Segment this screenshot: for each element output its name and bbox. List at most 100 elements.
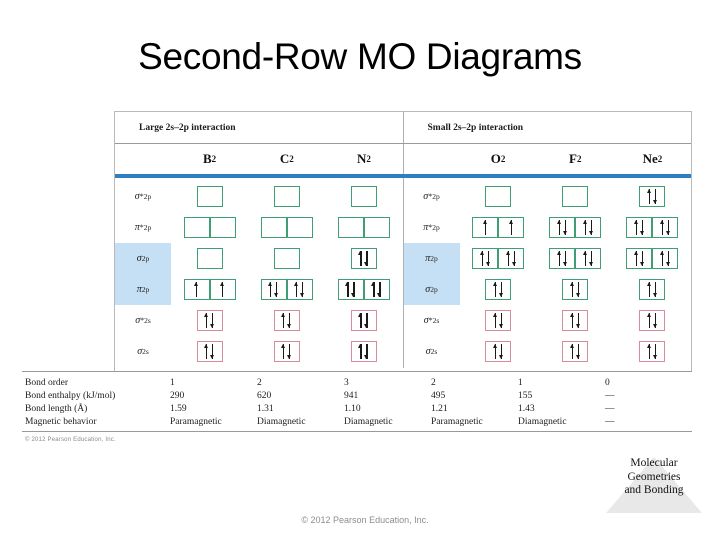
orbital-row	[485, 305, 512, 336]
diagram-right-half: σ * 2p π * 2p π 2p σ 2p σ * 2s σ 2s	[402, 178, 692, 368]
orbital-box-group	[350, 341, 377, 362]
molecule-subscript: 2	[289, 154, 294, 164]
orbital-row	[183, 212, 236, 243]
orbital-box	[652, 248, 679, 269]
orbital-box-group	[549, 248, 602, 269]
electron-arrows	[569, 280, 581, 299]
electron-arrows	[294, 280, 305, 299]
electron-arrow-up-icon	[492, 344, 498, 359]
orbital-box-group	[562, 186, 589, 207]
orbital-box	[273, 341, 300, 362]
table-cell-F2: 1.43	[518, 403, 535, 414]
table-cell-N2: 3	[344, 377, 349, 388]
orbital-box-group	[626, 217, 679, 238]
orbital-row	[337, 274, 390, 305]
orbital-row	[485, 181, 512, 212]
electron-arrow-up-icon	[492, 313, 498, 328]
electron-arrows	[646, 187, 658, 206]
orbital-box	[485, 279, 512, 300]
orbital-row	[350, 305, 377, 336]
electron-arrows	[492, 342, 504, 361]
electron-arrow-down-icon	[364, 344, 369, 359]
electron-arrows	[582, 249, 594, 268]
mo-diagram-figure: Large 2s–2p interaction Small 2s–2p inte…	[114, 111, 692, 371]
electron-arrows	[204, 342, 215, 361]
orbital-box-group	[196, 341, 223, 362]
electron-arrow-up-icon	[646, 344, 652, 359]
orbital-label-right-0: σ * 2p	[423, 191, 440, 202]
molecule-header-o2: O2	[460, 144, 537, 174]
molecule-header-f2: F2	[537, 144, 614, 174]
orbital-box	[639, 310, 666, 331]
orbital-row	[485, 274, 512, 305]
electron-arrow-down-icon	[588, 251, 594, 266]
orbital-row	[562, 336, 589, 367]
molecule-subscript: 2	[500, 154, 506, 164]
electron-arrow-up-icon	[345, 282, 350, 297]
orbital-box-group	[639, 279, 666, 300]
orbital-row	[350, 243, 377, 274]
electron-arrow-up-icon	[556, 251, 562, 266]
group-header-small-label: Small 2s–2p interaction	[427, 122, 524, 133]
orbital-box	[209, 217, 236, 238]
molecule-symbol: N	[356, 151, 367, 166]
electron-arrows	[358, 342, 369, 361]
electron-arrows	[268, 280, 279, 299]
electron-arrow-down-icon	[274, 282, 279, 297]
table-cell-C2: 1.31	[257, 403, 274, 414]
molecule-header-right-half: O2 F2 Ne 2	[402, 144, 692, 174]
orbital-label-right-2: π 2p	[403, 243, 460, 274]
orbital-column-ne2	[614, 178, 691, 368]
orbital-box-group	[273, 186, 300, 207]
electron-arrow-down-icon	[498, 344, 504, 359]
orbital-box	[337, 279, 364, 300]
electron-arrow-up-icon	[582, 220, 588, 235]
orbital-box	[485, 186, 512, 207]
orbital-box	[639, 186, 666, 207]
orbital-row	[273, 181, 300, 212]
orbital-column-o2	[460, 178, 537, 368]
orbital-box	[196, 186, 223, 207]
page-title: Second-Row MO Diagrams	[138, 36, 582, 77]
orbital-row	[549, 212, 602, 243]
electron-arrows	[220, 280, 225, 299]
orbital-label-right-5: σ 2s	[425, 346, 438, 357]
orbital-box-group	[183, 217, 236, 238]
electron-arrow-down-icon	[377, 282, 382, 297]
electron-arrow-up-icon	[659, 251, 665, 266]
electron-arrow-down-icon	[652, 313, 658, 328]
orbital-box	[626, 217, 653, 238]
electron-arrow-up-icon	[508, 220, 514, 235]
orbital-box	[363, 279, 390, 300]
label-gutter-right	[404, 144, 460, 174]
table-row-label: Bond order	[25, 377, 69, 388]
molecule-symbol: Ne	[642, 151, 658, 166]
table-row: Bond length (Å) 1.59 1.31 1.10 1.21 1.43 —	[22, 402, 692, 415]
electron-arrow-down-icon	[210, 313, 215, 328]
table-cell-F2: 1	[518, 377, 523, 388]
electron-arrow-up-icon	[582, 251, 588, 266]
orbital-box-group	[485, 341, 512, 362]
electron-arrow-up-icon	[358, 313, 363, 328]
orbital-column-b2	[171, 178, 248, 368]
orbital-box	[363, 217, 390, 238]
chapter-line-1: Molecular	[630, 457, 678, 469]
orbital-row	[196, 243, 223, 274]
table-cell-B2: 1.59	[170, 403, 187, 414]
electron-arrow-down-icon	[575, 313, 581, 328]
electron-arrow-up-icon	[204, 344, 209, 359]
electron-arrows	[479, 249, 491, 268]
molecule-header-b2: B2	[171, 144, 248, 174]
orbital-row	[350, 181, 377, 212]
molecule-subscript: 2	[576, 154, 582, 164]
electron-arrow-up-icon	[294, 282, 299, 297]
orbital-row	[639, 305, 666, 336]
orbital-box	[183, 279, 210, 300]
electron-arrows	[582, 218, 594, 237]
electron-arrows	[204, 311, 215, 330]
orbital-box	[260, 217, 287, 238]
electron-arrows	[371, 280, 382, 299]
figure-molecule-header-row: B2 C2 N2 O2 F2 Ne 2	[115, 144, 691, 174]
orbital-box-group	[549, 217, 602, 238]
electron-arrow-down-icon	[562, 220, 568, 235]
